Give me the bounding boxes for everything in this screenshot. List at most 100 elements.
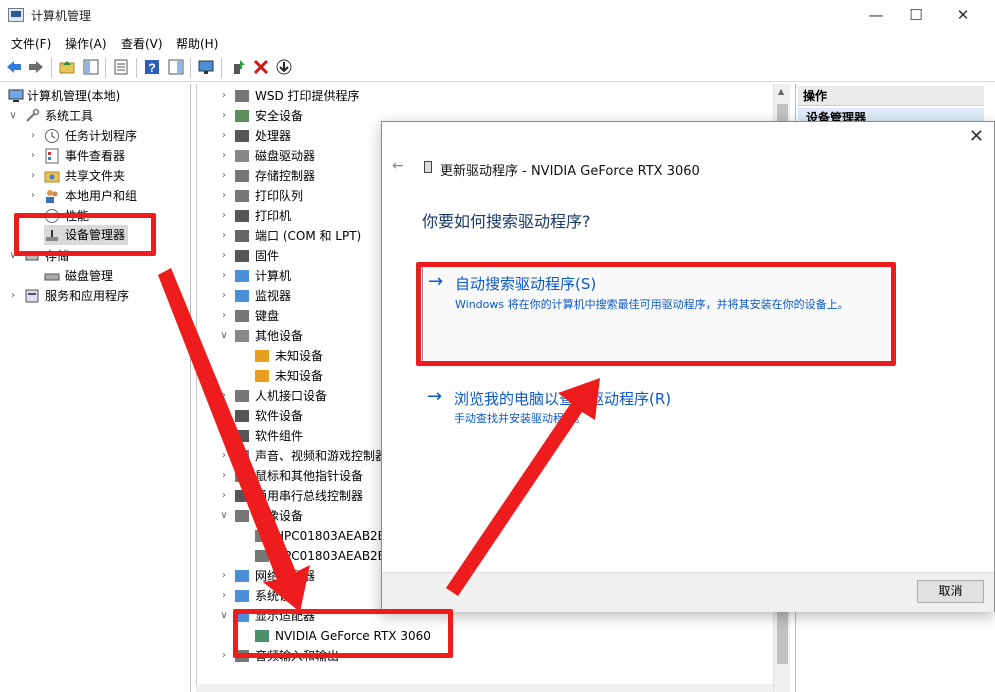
collapse-chevron-icon[interactable]: ∨ — [219, 606, 229, 626]
expand-chevron-icon[interactable]: › — [28, 146, 38, 166]
tree-performance[interactable]: › 性能 — [28, 206, 178, 226]
help-icon[interactable]: ? — [143, 58, 161, 76]
back-arrow-icon[interactable] — [5, 58, 23, 76]
toolbar-separator — [190, 58, 191, 78]
browse-option[interactable]: → 浏览我的电脑以查找驱动程序(R) 手动查找并安装驱动程序。 — [422, 384, 894, 428]
tree-shared-folders[interactable]: › 共享文件夹 — [28, 166, 178, 186]
action-pane-icon[interactable] — [167, 58, 185, 76]
device-label: 音频输入和输出 — [255, 649, 340, 663]
dialog-title: 更新驱动程序 - NVIDIA GeForce RTX 3060 — [440, 164, 700, 179]
expand-chevron-icon[interactable]: › — [219, 186, 229, 206]
expand-chevron-icon[interactable]: › — [28, 186, 38, 206]
uninstall-icon[interactable] — [252, 58, 270, 76]
device-label: 系统设备 — [255, 589, 304, 603]
tree-label: 本地用户和组 — [65, 189, 138, 203]
menu-bar: 文件(F) 操作(A) 查看(V) 帮助(H) — [0, 31, 995, 53]
expand-chevron-icon[interactable]: › — [219, 466, 229, 486]
expand-chevron-icon[interactable]: › — [219, 166, 229, 186]
expand-chevron-icon[interactable]: › — [219, 246, 229, 266]
device-icon — [235, 290, 249, 302]
up-folder-icon[interactable] — [58, 58, 76, 76]
expand-chevron-icon[interactable]: › — [219, 646, 229, 666]
menu-action[interactable]: 操作(A) — [65, 35, 107, 52]
back-arrow-icon[interactable]: ← — [392, 158, 404, 174]
menu-file[interactable]: 文件(F) — [11, 35, 51, 52]
expand-chevron-icon[interactable]: › — [219, 226, 229, 246]
dialog-close-button[interactable]: ✕ — [969, 126, 984, 147]
device-icon — [235, 610, 249, 622]
maximize-button[interactable]: ☐ — [893, 0, 939, 31]
tree-storage[interactable]: ∨ 存储 — [8, 246, 158, 266]
tree-device-manager[interactable]: 设备管理器 — [44, 225, 128, 245]
expand-chevron-icon[interactable]: › — [219, 586, 229, 606]
monitor-icon[interactable] — [197, 58, 215, 76]
tree-event-viewer[interactable]: › 事件查看器 — [28, 146, 178, 166]
title-bar: 计算机管理 — ☐ ✕ — [0, 0, 995, 31]
collapse-chevron-icon[interactable]: ∨ — [8, 106, 18, 126]
device-icon — [235, 250, 249, 262]
menu-help[interactable]: 帮助(H) — [176, 35, 218, 52]
tree-label: 事件查看器 — [65, 149, 126, 163]
services-icon — [25, 289, 39, 303]
expand-chevron-icon[interactable]: › — [8, 286, 18, 306]
device-icon — [235, 570, 249, 582]
expand-chevron-icon[interactable]: › — [219, 386, 229, 406]
properties-icon[interactable] — [112, 58, 130, 76]
expand-chevron-icon[interactable]: › — [219, 426, 229, 446]
tools-icon — [26, 108, 40, 122]
collapse-chevron-icon[interactable]: ∨ — [219, 506, 229, 526]
expand-chevron-icon[interactable]: › — [219, 126, 229, 146]
device-label: WSD 打印提供程序 — [255, 89, 360, 103]
menu-view[interactable]: 查看(V) — [121, 35, 163, 52]
expand-chevron-icon[interactable]: › — [219, 566, 229, 586]
auto-search-title: 自动搜索驱动程序(S) — [455, 275, 597, 293]
close-button[interactable]: ✕ — [940, 0, 986, 31]
tree-label: 设备管理器 — [65, 228, 126, 242]
expand-chevron-icon[interactable]: › — [219, 146, 229, 166]
collapse-chevron-icon[interactable]: ∨ — [219, 326, 229, 346]
device-label: NVIDIA GeForce RTX 3060 — [275, 629, 431, 643]
tree-label: 任务计划程序 — [65, 129, 138, 143]
browse-description: 手动查找并安装驱动程序。 — [454, 412, 586, 425]
expand-chevron-icon[interactable]: › — [219, 266, 229, 286]
device-icon — [235, 150, 249, 162]
expand-chevron-icon[interactable]: › — [28, 206, 38, 226]
expand-chevron-icon[interactable]: › — [219, 306, 229, 326]
device-label: 端口 (COM 和 LPT) — [255, 229, 362, 243]
tree-disk-management[interactable]: 磁盘管理 — [44, 266, 194, 286]
expand-chevron-icon[interactable]: › — [219, 446, 229, 466]
scroll-up-arrow-icon[interactable]: ▲ — [778, 87, 784, 96]
collapse-chevron-icon[interactable]: ∨ — [8, 246, 18, 266]
auto-search-description: Windows 将在你的计算机中搜索最佳可用驱动程序，并将其安装在你的设备上。 — [455, 298, 849, 311]
expand-chevron-icon[interactable]: › — [219, 86, 229, 106]
tree-local-users[interactable]: › 本地用户和组 — [28, 186, 178, 206]
tree-system-tools[interactable]: ∨ 系统工具 — [8, 106, 158, 126]
device-label: 监视器 — [255, 289, 292, 303]
tree-task-scheduler[interactable]: › 任务计划程序 — [28, 126, 178, 146]
dialog-question: 你要如何搜索驱动程序? — [422, 212, 591, 231]
tree-label: 服务和应用程序 — [45, 289, 130, 303]
expand-chevron-icon[interactable]: › — [219, 406, 229, 426]
tree-services[interactable]: › 服务和应用程序 — [8, 286, 178, 306]
cancel-button[interactable]: 取消 — [917, 580, 984, 603]
expand-chevron-icon[interactable]: › — [219, 106, 229, 126]
computer-management-window: 计算机管理 — ☐ ✕ 文件(F) 操作(A) 查看(V) 帮助(H) ? 计算… — [0, 0, 995, 692]
update-driver-icon[interactable] — [229, 58, 247, 76]
expand-chevron-icon[interactable]: › — [28, 166, 38, 186]
tree-label: 性能 — [65, 209, 90, 223]
expand-chevron-icon[interactable]: › — [219, 286, 229, 306]
expand-chevron-icon[interactable]: › — [28, 126, 38, 146]
horizontal-scrollbar[interactable] — [196, 684, 773, 692]
device-label: 处理器 — [255, 129, 292, 143]
expand-chevron-icon[interactable]: › — [219, 486, 229, 506]
browse-title: 浏览我的电脑以查找驱动程序(R) — [454, 390, 672, 408]
forward-arrow-icon[interactable] — [27, 58, 45, 76]
disk-icon — [44, 273, 60, 281]
expand-chevron-icon[interactable]: › — [219, 206, 229, 226]
device-icon — [255, 550, 269, 562]
device-label: HPC01803AEAB2B — [275, 529, 386, 543]
right-arrow-icon: → — [428, 271, 444, 292]
auto-search-option[interactable]: → 自动搜索驱动程序(S) Windows 将在你的计算机中搜索最佳可用驱动程序… — [422, 262, 894, 362]
download-icon[interactable] — [275, 58, 293, 76]
show-hide-tree-icon[interactable] — [82, 58, 100, 76]
